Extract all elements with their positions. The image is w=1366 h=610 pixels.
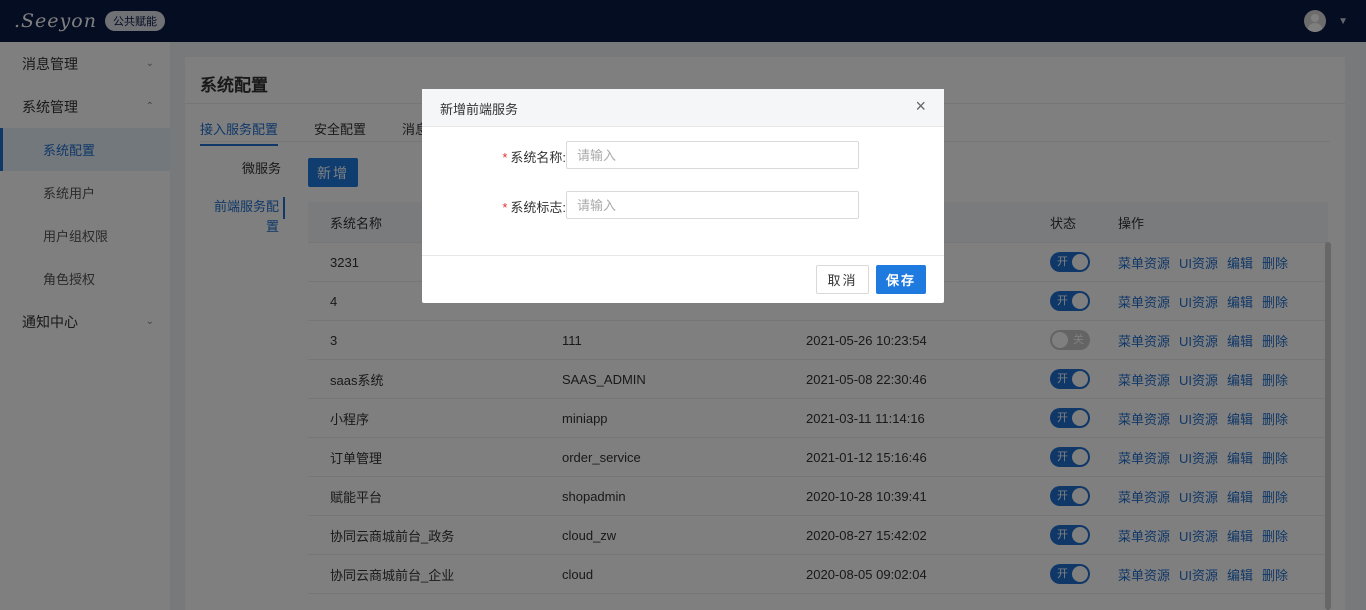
system-name-input[interactable]: [566, 141, 859, 169]
required-mark: *: [502, 200, 508, 215]
cancel-button[interactable]: 取消: [816, 265, 869, 294]
system-flag-label: * 系统标志:: [490, 197, 566, 216]
system-flag-input[interactable]: [566, 191, 859, 219]
dialog-header: 新增前端服务 ×: [422, 89, 944, 127]
save-button[interactable]: 保存: [876, 265, 926, 294]
add-frontend-service-dialog: 新增前端服务 × *系统名称: *系统标志: 取消 保存: [422, 89, 944, 303]
system-flag-label-text: 系统标志:: [510, 200, 566, 215]
system-name-label: * 系统名称:: [490, 147, 566, 166]
form-row-system-name: * 系统名称:: [422, 141, 944, 169]
dialog-title: 新增前端服务: [440, 102, 519, 117]
required-mark: *: [502, 150, 508, 165]
dialog-footer: 取消 保存: [422, 255, 944, 303]
form-row-system-flag: * 系统标志:: [422, 191, 944, 219]
system-name-label-text: 系统名称:: [510, 150, 566, 165]
close-icon[interactable]: ×: [915, 97, 926, 115]
